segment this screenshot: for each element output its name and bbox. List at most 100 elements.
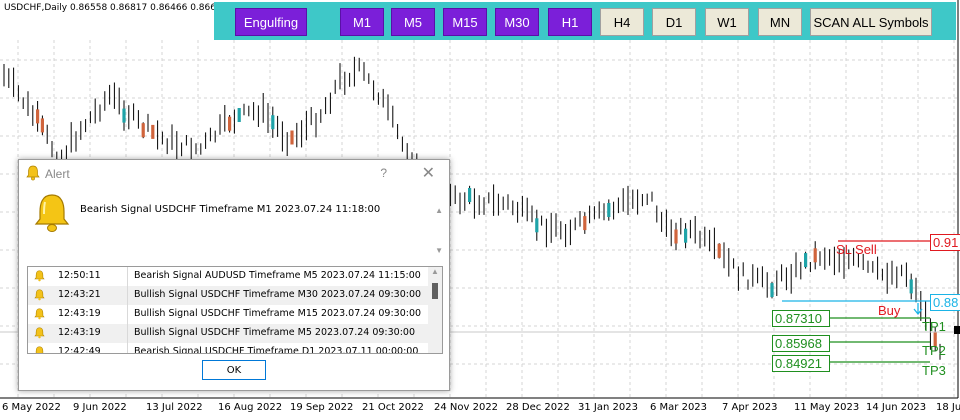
signal-candle (674, 229, 678, 244)
x-label: 31 Jan 2023 (578, 402, 638, 413)
h4-button[interactable]: H4 (600, 8, 644, 36)
m15-button[interactable]: M15 (443, 8, 487, 36)
column-divider (127, 286, 128, 305)
alert-time: 12:43:19 (58, 308, 101, 319)
buy-label: Buy (878, 303, 901, 318)
signal-candle (36, 109, 40, 124)
bell-large-icon (34, 194, 70, 232)
sl-axis-tag: 0.91 (930, 234, 960, 251)
bell-icon (34, 327, 45, 339)
scrollbar-thumb[interactable] (432, 283, 438, 299)
x-label: 11 May 2023 (794, 402, 860, 413)
time-axis-labels: 6 May 2022 9 Jun 2022 13 Jul 2022 16 Aug… (0, 398, 960, 420)
signal-candle (228, 116, 232, 131)
alert-dialog: Alert ? ✕ Bearish Signal USDCHF Timefram… (18, 159, 450, 391)
signal-candle (237, 108, 241, 122)
tp3-value: 0.84921 (772, 355, 830, 372)
x-label: 7 Apr 2023 (722, 402, 778, 413)
x-label: 14 Jun 2023 (866, 402, 927, 413)
column-divider (127, 324, 128, 343)
x-label: 19 Sep 2022 (290, 402, 354, 413)
m5-button[interactable]: M5 (391, 8, 435, 36)
x-label: 16 Aug 2022 (218, 402, 283, 413)
alert-text: Bearish Signal USDCHF Timeframe D1 2023.… (134, 346, 419, 354)
list-item[interactable]: 12:43:19 Bullish Signal USDCHF Timeframe… (28, 324, 428, 343)
alert-time: 12:50:11 (58, 270, 101, 281)
alert-text: Bullish Signal USDCHF Timeframe M15 2023… (134, 308, 422, 319)
scan-all-symbols-button[interactable]: SCAN ALL Symbols (810, 8, 932, 36)
m1-button[interactable]: M1 (340, 8, 384, 36)
alert-text: Bullish Signal USDCHF Timeframe M30 2023… (134, 289, 422, 300)
list-item[interactable]: 12:43:19 Bullish Signal USDCHF Timeframe… (28, 305, 428, 324)
d1-button[interactable]: D1 (652, 8, 696, 36)
alert-history-list[interactable]: 12:50:11 Bearish Signal AUDUSD Timeframe… (27, 266, 443, 354)
bell-icon (34, 270, 45, 282)
sl-sell-label: SL Sell (836, 242, 877, 257)
signal-candle (468, 188, 472, 202)
close-button[interactable]: ✕ (422, 163, 435, 183)
h1-button[interactable]: H1 (548, 8, 592, 36)
x-label: 13 Jul 2022 (146, 402, 203, 413)
x-label: 24 Nov 2022 (434, 402, 499, 413)
signal-candle (909, 279, 913, 294)
symbol-info: USDCHF,Daily 0.86558 0.86817 0.86466 0.8… (4, 3, 228, 13)
alert-message: Bearish Signal USDCHF Timeframe M1 2023.… (80, 204, 381, 215)
x-label: 18 Ju (936, 402, 960, 413)
price-axis-marker (954, 326, 960, 334)
timeframe-toolbar: Engulfing M1 M5 M15 M30 H1 H4 D1 W1 MN S… (214, 2, 956, 40)
list-item[interactable]: 12:42:49 Bearish Signal USDCHF Timeframe… (28, 343, 428, 354)
column-divider (127, 267, 128, 286)
tp2-label: TP2 (922, 343, 946, 358)
alert-title: Alert (45, 167, 70, 181)
signal-candle (804, 253, 808, 268)
alert-text: Bullish Signal USDCHF Timeframe M5 2023.… (134, 327, 415, 338)
tp3-label: TP3 (922, 363, 946, 378)
signal-candle (40, 118, 44, 133)
alert-time: 12:42:49 (58, 346, 101, 354)
w1-button[interactable]: W1 (705, 8, 749, 36)
scroll-down-icon[interactable]: ▼ (435, 246, 443, 255)
list-item[interactable]: 12:50:11 Bearish Signal AUDUSD Timeframe… (28, 267, 428, 286)
bell-icon (35, 346, 44, 353)
list-item[interactable]: 12:43:21 Bullish Signal USDCHF Timeframe… (28, 286, 428, 305)
bell-icon (26, 165, 40, 181)
signal-candle (151, 124, 155, 139)
signal-candle (684, 228, 688, 243)
scroll-up-icon[interactable]: ▲ (431, 267, 439, 276)
signal-candle (717, 243, 721, 258)
x-label: 6 May 2022 (2, 402, 61, 413)
alert-text: Bearish Signal AUDUSD Timeframe M5 2023.… (134, 270, 421, 281)
m30-button[interactable]: M30 (495, 8, 539, 36)
engulfing-button[interactable]: Engulfing (235, 8, 307, 36)
signal-candle (290, 130, 294, 145)
x-label: 6 Mar 2023 (650, 402, 708, 413)
signal-candle (141, 123, 145, 138)
signal-candle (607, 203, 611, 217)
buy-axis-tag: 0.88 (930, 294, 960, 311)
x-label: 28 Dec 2022 (506, 402, 570, 413)
mn-button[interactable]: MN (758, 8, 802, 36)
column-divider (127, 343, 128, 353)
x-label: 9 Jun 2022 (73, 402, 127, 413)
signal-candle (813, 248, 817, 263)
list-scrollbar[interactable]: ▲ (428, 267, 442, 353)
signal-candle (583, 216, 587, 231)
bell-icon (34, 289, 45, 301)
tp2-value: 0.85968 (772, 335, 830, 352)
signal-candle (535, 218, 539, 233)
alert-message-area: Bearish Signal USDCHF Timeframe M1 2023.… (27, 192, 443, 258)
alert-time: 12:43:19 (58, 327, 101, 338)
tp1-label: TP1 (922, 319, 946, 334)
tp1-value: 0.87310 (772, 310, 830, 327)
alert-title-bar[interactable]: Alert ? ✕ (19, 160, 449, 186)
alert-time: 12:43:21 (58, 289, 101, 300)
signal-candle (770, 283, 774, 298)
scroll-up-icon[interactable]: ▲ (435, 206, 443, 215)
bell-icon (34, 308, 45, 320)
x-label: 21 Oct 2022 (362, 402, 424, 413)
ok-button[interactable]: OK (202, 360, 266, 380)
signal-candle (271, 115, 275, 130)
help-button[interactable]: ? (380, 166, 387, 180)
signal-candle (122, 108, 126, 123)
column-divider (127, 305, 128, 324)
